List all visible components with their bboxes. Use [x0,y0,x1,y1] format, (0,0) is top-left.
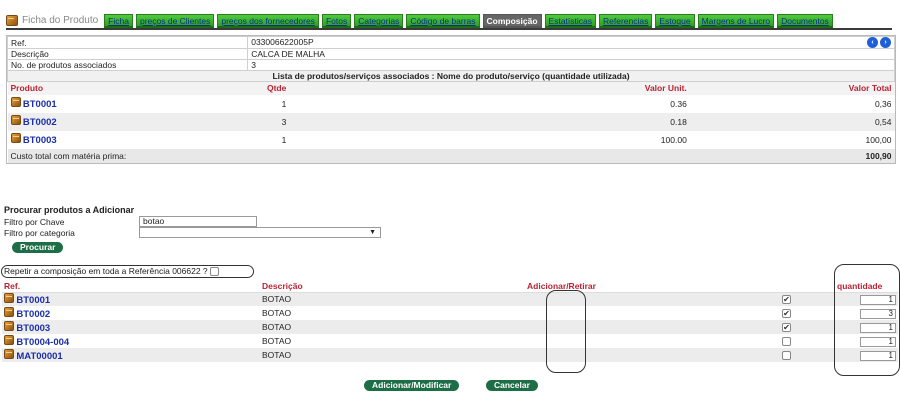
product-info-panel: Ref. 033006622005P ‹ › Descrição CALCA D… [6,35,896,164]
tab-bar: Ficha do Produto Ficha preços de Cliente… [6,11,836,28]
search-heading: Procurar produtos a Adicionar [4,205,135,215]
product-box-icon [4,292,14,303]
table-row: BT0001 1 0.36 0,36 [8,95,895,113]
repeat-composition: Repetir a composição em toda a Referênci… [1,265,254,278]
total-row: Custo total com matéria prima: 100,90 [7,148,895,163]
qtde-cell: 1 [281,134,287,145]
total-label: Custo total com matéria prima: [7,148,690,163]
list-column-headers: Produto Qtde Valor Unit. Valor Total [7,81,895,95]
associated-count-label: No. de produtos associados [6,59,249,71]
col-produto: Produto [7,81,248,95]
col-descricao: Descrição [260,281,525,293]
product-box-icon [10,115,21,125]
add-checkbox[interactable] [782,351,791,361]
result-description: BOTAO [262,336,292,346]
tab-precos-fornecedores[interactable]: preços dos fornecedores [217,14,319,28]
product-link[interactable]: BT0001 [23,99,57,110]
valor-unit-cell: 0.36 [670,98,687,109]
ref-value: 033006622005P [251,37,314,47]
page-title: Ficha do Produto [6,12,98,28]
add-checkbox[interactable]: ✔ [782,323,791,333]
tab-estoque[interactable]: Estoque [655,14,695,28]
add-remove-highlight [546,290,586,373]
result-description: BOTAO [260,292,525,306]
description-label: Descrição [6,48,249,60]
table-row: BT0002 3 0.18 0,54 [7,112,895,131]
col-ref: Ref. [2,281,260,293]
col-qtde: Qtde [247,81,475,95]
tab-categorias[interactable]: Categorias [354,14,404,28]
qtde-cell: 3 [247,112,475,131]
associated-count-value: 3 [247,59,895,71]
tab-ficha[interactable]: Ficha [104,14,133,28]
valor-total-cell: 0,54 [689,112,895,131]
valor-unit-cell: 100.00 [660,134,687,145]
filter-category-label: Filtro por categoria [4,227,75,238]
result-ref-link[interactable]: BT0003 [16,323,50,334]
result-ref-link[interactable]: BT0001 [16,295,50,306]
add-checkbox[interactable]: ✔ [782,295,791,305]
tab-documentos[interactable]: Documentos [777,14,833,28]
description-value: CALCA DE MALHA [247,48,895,60]
repeat-label: Repetir a composição em toda a Referênci… [4,266,208,276]
quantity-highlight [834,264,900,376]
col-valor-unit: Valor Unit. [474,81,690,95]
product-link[interactable]: BT0002 [23,117,57,128]
table-row: BT0003 1 100.00 100,00 [8,131,895,149]
list-item: MAT00001 BOTAO 1 [2,348,898,362]
list-item: BT0004-004 BOTAO 1 [2,334,898,348]
product-box-icon [4,306,14,317]
col-valor-total: Valor Total [689,81,895,95]
filter-key-label: Filtro por Chave [4,216,65,227]
result-ref-link[interactable]: MAT00001 [16,351,62,362]
list-heading: Lista de produtos/serviços associados : … [7,70,895,82]
tab-composicao[interactable]: Composição [482,14,542,28]
valor-total-cell: 100,00 [865,134,892,145]
list-item: BT0003 BOTAO ✔ 1 [2,320,898,334]
filter-category-select[interactable]: ▼ [139,227,381,238]
add-checkbox[interactable]: ✔ [782,309,791,319]
add-checkbox[interactable] [782,337,791,347]
list-item: BT0001 BOTAO ✔ 1 [2,292,898,306]
chevron-down-icon: ▼ [369,229,376,236]
ref-label: Ref. [6,36,249,49]
product-box-icon [4,320,14,331]
tab-codigo-barras[interactable]: Código de barras [406,14,480,28]
previous-icon[interactable]: ‹ [867,37,878,48]
list-item: BT0002 BOTAO ✔ 3 [2,306,898,320]
repeat-checkbox[interactable] [210,267,220,277]
tab-margens-lucro[interactable]: Margens de Lucro [697,14,775,28]
tab-referencias[interactable]: Referencias [599,14,653,28]
tab-divider [6,28,892,30]
valor-unit-cell: 0.18 [474,112,690,131]
product-box-icon [6,14,18,26]
total-value: 100,90 [689,148,895,163]
search-form: Procurar produtos a Adicionar Filtro por… [4,205,381,238]
product-box-icon [4,334,14,345]
result-description: BOTAO [260,348,525,362]
results-panel: Ref. Descrição Adicionar/Retirar quantid… [2,281,898,362]
page-title-text: Ficha do Produto [22,14,99,26]
next-icon[interactable]: › [880,37,891,48]
result-ref-link[interactable]: BT0004-004 [16,337,69,348]
result-description: BOTAO [260,320,525,334]
product-box-icon [4,348,14,359]
filter-key-input[interactable]: botao [139,216,257,227]
tab-fotos[interactable]: Fotos [321,14,352,28]
qtde-cell: 1 [281,98,287,109]
tab-precos-clientes[interactable]: preços de Clientes [135,14,215,28]
cancel-button[interactable]: Cancelar [486,380,538,391]
product-box-icon [10,133,21,143]
product-box-icon [10,97,21,107]
product-link[interactable]: BT0003 [23,135,57,146]
tab-estatisticas[interactable]: Estatísticas [544,14,597,28]
valor-total-cell: 0,36 [874,98,892,109]
search-button[interactable]: Procurar [12,242,64,253]
add-modify-button[interactable]: Adicionar/Modificar [364,380,460,391]
result-ref-link[interactable]: BT0002 [16,309,50,320]
result-description: BOTAO [262,308,292,318]
